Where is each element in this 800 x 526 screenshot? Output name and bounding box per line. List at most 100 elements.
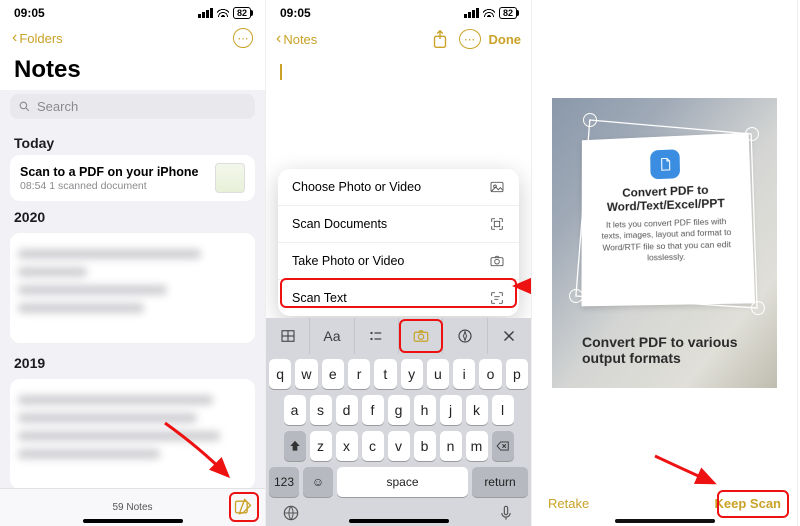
keep-scan-button[interactable]: Keep Scan [715,496,781,511]
compose-icon [233,497,253,517]
doc-body: It lets you convert PDF files with texts… [599,216,735,266]
section-2019: 2019 [0,347,265,375]
menu-scan-text[interactable]: Scan Text [278,280,519,316]
key-s[interactable]: s [310,395,332,425]
notes-count: 59 Notes [112,502,152,513]
keyboard: qwertyuiop asdfghjkl zxcvbnm 123 ☺ space… [266,354,531,526]
key-m[interactable]: m [466,431,488,461]
search-input[interactable]: Search [10,94,255,119]
key-d[interactable]: d [336,395,358,425]
backspace-key[interactable] [492,431,514,461]
return-key[interactable]: return [472,467,528,497]
key-c[interactable]: c [362,431,384,461]
scan-preview[interactable]: Convert PDF to Word/Text/Excel/PPT It le… [552,98,777,388]
menu-choose-photo[interactable]: Choose Photo or Video [278,169,519,206]
pdf-badge-icon [650,149,680,179]
battery-icon: 82 [499,7,517,19]
key-u[interactable]: u [427,359,449,389]
scan-text-icon [489,290,505,306]
cellular-icon [464,8,479,18]
section-today: Today [0,127,265,155]
key-b[interactable]: b [414,431,436,461]
note-subtitle: 08:54 1 scanned document [20,180,199,192]
format-list-icon[interactable] [355,318,399,354]
status-time: 09:05 [280,6,311,20]
globe-icon[interactable] [281,503,301,523]
key-z[interactable]: z [310,431,332,461]
key-w[interactable]: w [295,359,317,389]
compose-button[interactable] [233,497,253,522]
note-title: Scan to a PDF on your iPhone [20,165,199,179]
section-2020: 2020 [0,201,265,229]
chevron-left-icon: ‹ [12,30,17,46]
menu-take-photo[interactable]: Take Photo or Video [278,243,519,280]
numbers-key[interactable]: 123 [269,467,299,497]
note-card[interactable]: Scan to a PDF on your iPhone 08:54 1 sca… [10,155,255,201]
key-a[interactable]: a [284,395,306,425]
nav-bar: ‹Notes ⋯ Done [266,22,531,56]
camera-icon [489,253,505,269]
search-placeholder: Search [37,99,78,114]
back-notes[interactable]: ‹Notes [276,31,317,47]
key-x[interactable]: x [336,431,358,461]
text-cursor [280,64,282,80]
back-label: Folders [19,31,62,46]
scan-doc-icon [489,216,505,232]
format-table-icon[interactable] [266,318,310,354]
more-icon[interactable]: ⋯ [233,28,253,48]
menu-label: Scan Documents [292,217,387,231]
markup-icon[interactable] [443,318,487,354]
note-thumbnail [215,163,245,193]
nav-bar: ‹Folders ⋯ [0,22,265,54]
doc-below-text: Convert PDF to various output formats [582,334,777,366]
close-toolbar-icon[interactable] [488,318,531,354]
key-t[interactable]: t [374,359,396,389]
key-f[interactable]: f [362,395,384,425]
key-j[interactable]: j [440,395,462,425]
key-h[interactable]: h [414,395,436,425]
phone-notes-list: 09:05 82 ‹Folders ⋯ Notes Search Today S… [0,0,266,526]
blurred-notes-2020 [10,233,255,343]
menu-label: Choose Photo or Video [292,180,421,194]
cellular-icon [198,8,213,18]
status-bar: 09:05 82 [266,0,531,22]
key-l[interactable]: l [492,395,514,425]
keyboard-toolbar: Aa [266,318,531,354]
key-i[interactable]: i [453,359,475,389]
done-button[interactable]: Done [489,32,522,47]
menu-scan-documents[interactable]: Scan Documents [278,206,519,243]
shift-key[interactable] [284,431,306,461]
phone-scanner: Convert PDF to Word/Text/Excel/PPT It le… [532,0,798,526]
doc-heading: Convert PDF to Word/Text/Excel/PPT [599,182,733,214]
scanned-document: Convert PDF to Word/Text/Excel/PPT It le… [581,133,755,307]
space-key[interactable]: space [337,467,468,497]
wifi-icon [483,6,495,20]
mic-icon[interactable] [496,503,516,523]
chevron-left-icon: ‹ [276,31,281,47]
retake-button[interactable]: Retake [548,496,589,511]
key-e[interactable]: e [322,359,344,389]
key-q[interactable]: q [269,359,291,389]
key-v[interactable]: v [388,431,410,461]
key-r[interactable]: r [348,359,370,389]
key-n[interactable]: n [440,431,462,461]
battery-icon: 82 [233,7,251,19]
key-o[interactable]: o [479,359,501,389]
phone-note-editor: 09:05 82 ‹Notes ⋯ Done Choose Photo or V… [266,0,532,526]
format-text-button[interactable]: Aa [310,318,354,354]
emoji-key[interactable]: ☺ [303,467,333,497]
more-icon[interactable]: ⋯ [459,29,481,49]
status-time: 09:05 [14,6,45,20]
photo-icon [489,179,505,195]
key-k[interactable]: k [466,395,488,425]
crop-handle-tl[interactable] [583,113,597,127]
camera-toolbar-button[interactable] [399,318,443,354]
key-y[interactable]: y [401,359,423,389]
blurred-notes-2019 [10,379,255,489]
share-icon[interactable] [429,28,451,50]
key-g[interactable]: g [388,395,410,425]
key-p[interactable]: p [506,359,528,389]
wifi-icon [217,6,229,20]
back-label: Notes [283,32,317,47]
back-folders[interactable]: ‹Folders [12,30,63,46]
